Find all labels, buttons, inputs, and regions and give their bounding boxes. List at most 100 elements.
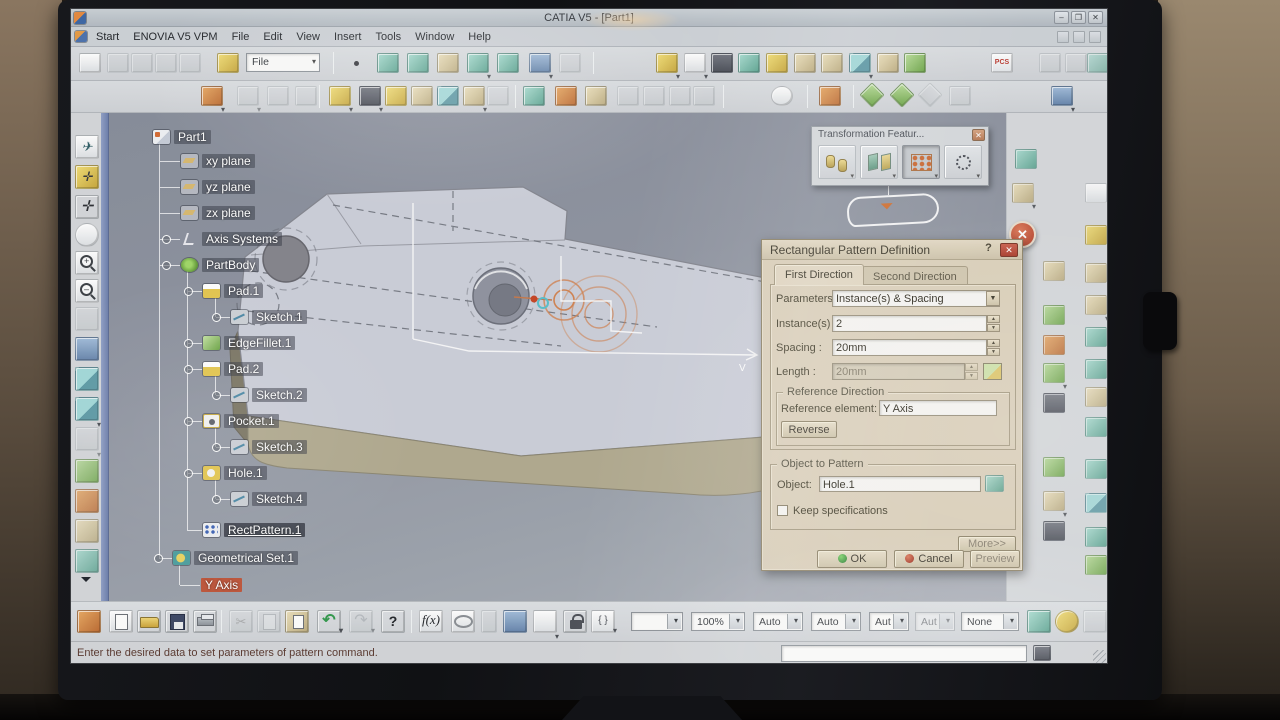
print-icon[interactable] [193,610,217,633]
object-input[interactable]: Hole.1 [819,476,981,492]
toolbar-overflow-arrow[interactable] [81,577,91,587]
menu-view[interactable]: View [289,31,327,43]
tree-item-pad1[interactable]: Pad.1 [203,282,263,300]
disabled-small-icon[interactable] [481,610,497,633]
menu-file[interactable]: File [225,31,257,43]
pad-icon[interactable] [656,53,678,73]
tree-item-zx-plane[interactable]: zx plane [181,204,255,222]
new-document-icon[interactable] [109,610,133,633]
slot-tool-icon[interactable] [1043,363,1065,383]
fly-mode-icon[interactable]: ✈ [75,135,99,159]
point-tool-icon[interactable] [354,61,359,66]
disabled-icon[interactable] [617,86,639,106]
open-folder-icon[interactable] [217,53,239,73]
menu-enovia[interactable]: ENOVIA V5 VPM [126,31,224,43]
multi-view-icon[interactable] [75,337,99,361]
tree-item-pocket1[interactable]: Pocket.1 [203,412,279,430]
tab-second-direction[interactable]: Second Direction [862,266,968,285]
tree-item-rectpattern1[interactable]: RectPattern.1 [203,521,305,539]
disabled-icon[interactable] [949,86,971,106]
copy-icon[interactable] [257,610,281,633]
pattern-object-icon[interactable] [985,475,1004,492]
preview-button[interactable]: Preview [970,550,1020,568]
translation-button[interactable] [818,145,856,179]
fillet-tool-icon[interactable] [1085,387,1107,407]
pad-tool-icon[interactable] [1085,225,1107,245]
thread-tool-icon[interactable] [1085,493,1107,513]
auto-combo-4[interactable]: Aut [915,612,955,631]
grid-tool-icon[interactable] [529,53,551,73]
iso-view-icon[interactable] [75,367,99,391]
chamfer-tool-icon[interactable] [1085,417,1107,437]
measure-icon[interactable] [983,363,1002,380]
hole-tool-icon[interactable] [1043,335,1065,355]
menu-window[interactable]: Window [408,31,461,43]
extrude-tool-icon[interactable] [437,53,459,73]
ok-button[interactable]: OK [817,550,887,568]
shading-mode-icon[interactable] [75,397,99,421]
shaft-icon[interactable] [738,53,760,73]
axis-system-icon[interactable] [889,82,914,107]
none-combo[interactable]: None [961,612,1019,631]
tree-item-sketch2[interactable]: Sketch.2 [231,386,307,404]
pocket-tool-icon[interactable] [1085,263,1107,283]
auto-combo-2[interactable]: Auto [811,612,861,631]
knowledge-icon[interactable]: { } [591,610,615,633]
zoom-in-icon[interactable]: + [75,251,99,275]
rotate-icon[interactable] [75,223,99,247]
catalog-icon[interactable] [75,459,99,483]
measure-between-icon[interactable] [523,86,545,106]
reverse-button[interactable]: Reverse [781,421,837,438]
spline-tool-icon[interactable] [377,53,399,73]
measure-item-icon[interactable] [555,86,577,106]
sheet-edit-icon[interactable] [79,53,101,73]
tree-item-y-axis[interactable]: Y Axis [201,576,242,594]
instances-input[interactable]: 2 [832,315,987,332]
hide-show-icon[interactable] [75,427,99,451]
layers-icon[interactable] [1051,86,1073,106]
replace-face-icon[interactable] [1085,527,1107,547]
disabled-icon[interactable] [643,86,665,106]
team-icon[interactable] [201,86,223,106]
local-axis-icon[interactable] [859,82,884,107]
slot-icon[interactable] [711,53,733,73]
disabled-icon[interactable] [693,86,715,106]
auto-combo-3[interactable]: Aut [869,612,909,631]
dressup-tool-icon[interactable] [1012,183,1034,203]
close-button[interactable]: ✕ [1088,11,1103,24]
boolean-tool-icon[interactable] [1085,555,1107,575]
tree-item-axis-systems[interactable]: Axis Systems [181,230,282,248]
hole-icon[interactable] [766,53,788,73]
thickness-tool-icon[interactable] [1043,491,1065,511]
mirror-button[interactable] [860,145,898,179]
whats-this-icon[interactable]: ? [381,610,405,633]
render-icon[interactable] [75,519,99,543]
reference-element-input[interactable]: Y Axis [879,400,997,416]
zoom-pencil-icon[interactable] [1083,610,1107,633]
shell-icon[interactable] [437,86,459,106]
multi-body-icon[interactable] [849,53,871,73]
cancel-button[interactable]: Cancel [894,550,964,568]
menu-insert[interactable]: Insert [327,31,369,43]
undo-icon[interactable]: ↶ [317,610,341,633]
menu-tools[interactable]: Tools [368,31,408,43]
zoom-out-icon[interactable]: – [75,279,99,303]
resize-grip[interactable] [1093,650,1106,663]
groove-icon[interactable] [385,86,407,106]
lock-icon[interactable] [563,610,587,633]
pencil-icon[interactable] [1055,610,1079,633]
rectangular-pattern-button[interactable] [902,145,940,179]
tree-item-edgefillet1[interactable]: EdgeFillet.1 [203,334,295,352]
inertia-icon[interactable] [585,86,607,106]
paint-icon[interactable] [1027,610,1051,633]
tree-item-xy-plane[interactable]: xy plane [181,152,255,170]
axis-tool-icon[interactable] [559,53,581,73]
pan-icon[interactable]: ✛ [75,195,99,219]
rib-tool-icon[interactable] [1085,327,1107,347]
disabled-icon[interactable] [107,53,129,73]
disabled-axis-icon[interactable] [917,82,942,107]
dialog-help-button[interactable]: ? [981,242,996,257]
shell-tool-icon[interactable] [1085,459,1107,479]
disabled-icon[interactable] [237,86,259,106]
menu-help[interactable]: Help [461,31,498,43]
